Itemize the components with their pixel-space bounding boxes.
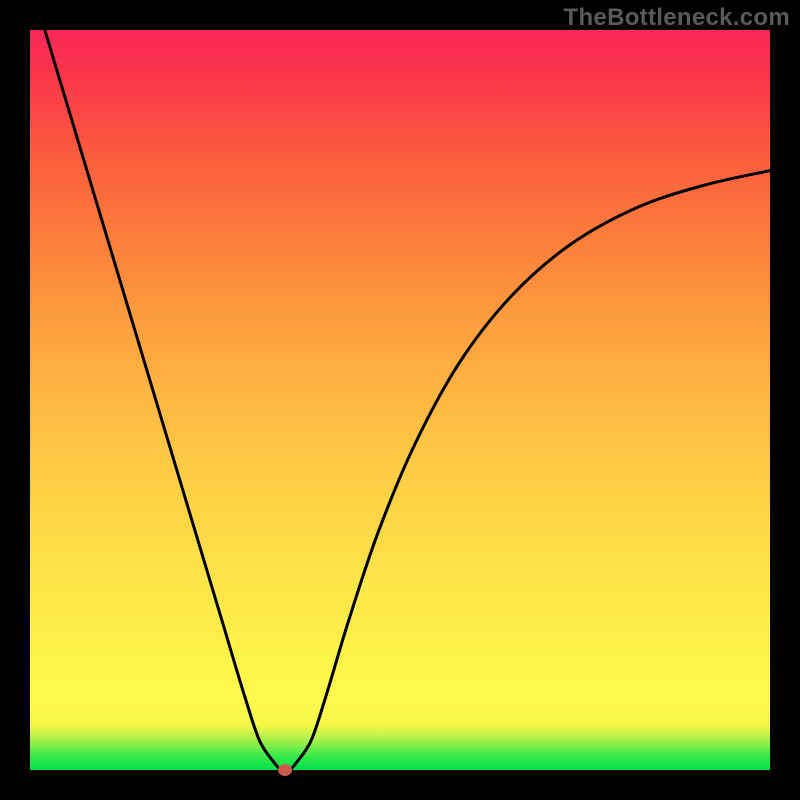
plot-area — [30, 30, 770, 770]
minimum-marker — [278, 764, 292, 776]
chart-frame: TheBottleneck.com — [0, 0, 800, 800]
curve-svg — [30, 30, 770, 770]
bottleneck-curve — [45, 30, 770, 770]
watermark-text: TheBottleneck.com — [564, 4, 790, 32]
